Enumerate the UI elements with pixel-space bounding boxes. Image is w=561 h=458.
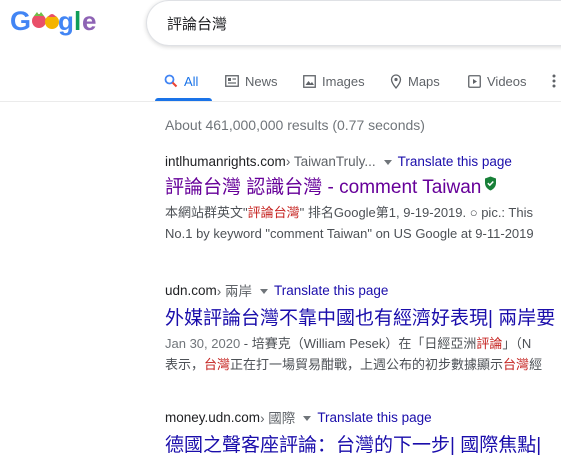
svg-text:g: g bbox=[58, 6, 74, 36]
snippet-highlight: 評論台灣 bbox=[247, 205, 300, 221]
cite-menu-caret-icon[interactable] bbox=[260, 288, 269, 294]
result-cite: money.udn.com › 國際 Translate this page bbox=[165, 407, 561, 427]
search-input[interactable]: 評論台灣 bbox=[167, 13, 227, 34]
result-path: › TaiwanTruly... bbox=[285, 154, 376, 169]
cite-menu-caret-icon[interactable] bbox=[303, 415, 312, 421]
result-path: › 兩岸 bbox=[216, 284, 253, 299]
tab-images[interactable]: Images bbox=[303, 70, 365, 92]
search-tabs: All News Images Maps Videos bbox=[0, 60, 561, 102]
search-result: money.udn.com › 國際 Translate this page 德… bbox=[165, 407, 561, 458]
tab-maps[interactable]: Maps bbox=[390, 70, 440, 92]
result-stats: About 461,000,000 results (0.77 seconds) bbox=[165, 117, 425, 133]
tab-all[interactable]: All bbox=[164, 70, 198, 92]
result-snippet: 本網站群英文"評論台灣" 排名Google第1, 9-19-2019. ○ pi… bbox=[165, 202, 561, 244]
result-title-text: 德國之聲客座評論：台灣的下一步| 國際焦點| bbox=[165, 435, 542, 456]
search-box[interactable]: 評論台灣 bbox=[146, 0, 561, 46]
tab-more[interactable] bbox=[552, 70, 556, 92]
tab-news[interactable]: News bbox=[225, 70, 278, 92]
tab-images-label: Images bbox=[322, 73, 365, 89]
result-domain[interactable]: udn.com bbox=[165, 283, 217, 298]
translate-link[interactable]: Translate this page bbox=[398, 154, 512, 169]
google-logo[interactable]: G g l e bbox=[8, 4, 102, 38]
snippet-text: 本網站群英文" bbox=[165, 205, 248, 221]
snippet-text: 表示， bbox=[165, 357, 205, 372]
result-title-link[interactable]: 德國之聲客座評論：台灣的下一步| 國際焦點| bbox=[165, 434, 561, 458]
maps-pin-icon bbox=[390, 73, 402, 89]
result-path: › 國際 bbox=[260, 411, 296, 426]
more-vert-icon bbox=[552, 74, 556, 88]
video-icon bbox=[468, 74, 481, 88]
snippet-text: 經 bbox=[529, 357, 543, 372]
tab-videos-label: Videos bbox=[487, 73, 527, 89]
search-result: udn.com › 兩岸 Translate this page 外媒評論台灣不… bbox=[165, 280, 561, 375]
verified-shield-icon bbox=[484, 174, 497, 198]
snippet-date: Jan 30, 2020 bbox=[165, 336, 241, 351]
search-icon bbox=[164, 74, 178, 88]
snippet-text: 」（N bbox=[502, 336, 532, 351]
snippet-text: - 培賽克（William Pesek）在「日經亞洲 bbox=[240, 336, 477, 351]
result-title-text: 外媒評論台灣不靠中國也有經濟好表現| 兩岸要 bbox=[165, 308, 556, 329]
translate-link[interactable]: Translate this page bbox=[317, 410, 431, 425]
result-domain[interactable]: money.udn.com bbox=[165, 410, 260, 425]
result-cite: intlhumanrights.com › TaiwanTruly... Tra… bbox=[165, 154, 561, 169]
tab-all-label: All bbox=[184, 73, 199, 89]
tab-news-label: News bbox=[245, 73, 278, 89]
snippet-highlight: 台灣 bbox=[204, 357, 231, 372]
tabs-divider bbox=[0, 101, 561, 102]
result-cite: udn.com › 兩岸 Translate this page bbox=[165, 280, 561, 300]
snippet-highlight: 台灣 bbox=[503, 357, 530, 372]
snippet-text: 正在打一場貿易酣戰，上週公布的初步數據顯示 bbox=[230, 357, 504, 372]
svg-text:G: G bbox=[10, 6, 31, 36]
snippet-text: No.1 by keyword "comment Taiwan" on US G… bbox=[165, 226, 534, 242]
translate-link[interactable]: Translate this page bbox=[274, 283, 388, 298]
svg-text:e: e bbox=[82, 6, 96, 36]
result-snippet: Jan 30, 2020 - 培賽克（William Pesek）在「日經亞洲評… bbox=[165, 333, 561, 375]
images-icon bbox=[303, 74, 316, 88]
tab-videos[interactable]: Videos bbox=[468, 70, 527, 92]
result-domain[interactable]: intlhumanrights.com bbox=[165, 154, 286, 169]
snippet-text: " 排名Google第1, 9-19-2019. ○ pic.: This bbox=[299, 205, 533, 221]
cite-menu-caret-icon[interactable] bbox=[383, 160, 392, 165]
news-icon bbox=[225, 75, 239, 87]
svg-text:l: l bbox=[74, 6, 81, 36]
snippet-highlight: 評論 bbox=[476, 336, 503, 351]
result-title-link[interactable]: 評論台灣 認識台灣 - comment Taiwan bbox=[165, 176, 561, 200]
result-title-link[interactable]: 外媒評論台灣不靠中國也有經濟好表現| 兩岸要 bbox=[165, 307, 561, 331]
result-title-text: 評論台灣 認識台灣 - comment Taiwan bbox=[165, 177, 482, 199]
search-result: intlhumanrights.com › TaiwanTruly... Tra… bbox=[165, 154, 561, 244]
tab-maps-label: Maps bbox=[408, 73, 440, 89]
